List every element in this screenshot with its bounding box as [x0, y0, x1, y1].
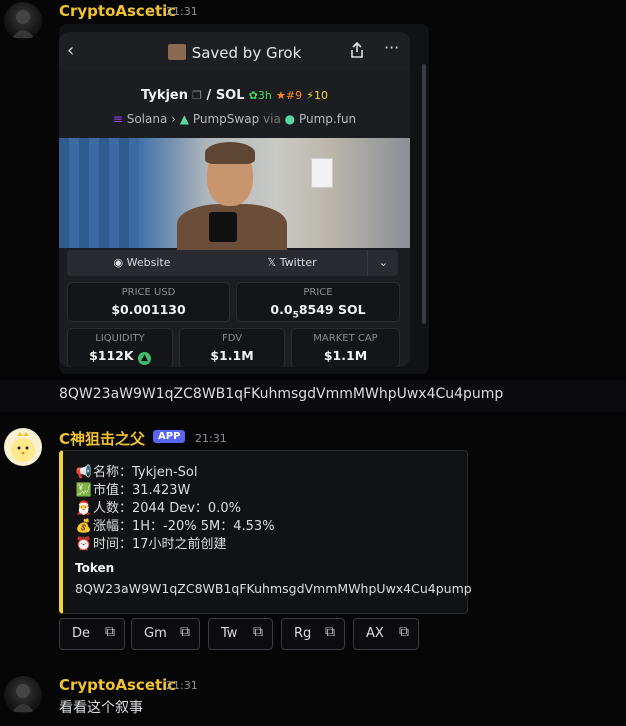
sprout-icon: ✿	[248, 89, 258, 102]
bot-avatar[interactable]	[4, 428, 42, 466]
token-banner-image	[59, 138, 410, 254]
megaphone-icon: 📢	[75, 465, 93, 480]
embed-line-time: ⏰时间：17小时之前创建	[75, 537, 227, 552]
chart-icon: 💹	[75, 483, 93, 498]
price-usd-card: PRICE USD $0.001130	[67, 282, 230, 322]
lock-icon: ▲	[137, 352, 151, 365]
bot-username[interactable]: C神狙击之父	[59, 428, 145, 449]
grok-avatar-icon	[167, 44, 186, 60]
embed-line-name: 📢名称：Tykjen-Sol	[75, 465, 198, 480]
external-link-icon: ⧉	[180, 624, 190, 640]
app-badge: APP	[153, 430, 186, 443]
tw-link-button[interactable]: Tw ⧉	[208, 618, 273, 650]
contract-address-message: 8QW23aW9W1qZC8WB1qFKuhmsgdVmmMWhpUwx4Cu4…	[59, 386, 504, 402]
pumpswap-icon: ▲	[179, 112, 190, 126]
fire-icon: ★	[276, 89, 286, 102]
rg-link-button[interactable]: Rg ⧉	[281, 618, 345, 650]
timestamp: 21:31	[166, 5, 198, 18]
bolt-icon: ⚡	[306, 89, 314, 102]
token-embed: 📢名称：Tykjen-Sol 💹市值：31.423W 🎅人数：2044 Dev：…	[59, 450, 472, 614]
chick-icon	[11, 432, 35, 462]
share-icon	[349, 41, 365, 59]
external-link-icon: ⧉	[325, 624, 335, 640]
copy-icon: ❐	[192, 89, 203, 102]
de-link-button[interactable]: De ⧉	[59, 618, 125, 650]
links-bar: ◉ Website 𝕏 Twitter ⌄	[67, 250, 398, 276]
embed-line-mcap: 💹市值：31.423W	[75, 483, 191, 498]
message-text: 看看这个叙事	[59, 700, 143, 716]
avatar-figure-icon	[12, 10, 34, 38]
chevron-right-icon: ›	[171, 112, 176, 126]
globe-icon: ◉	[113, 256, 124, 269]
user-avatar[interactable]	[4, 676, 42, 714]
money-bag-icon: 💰	[75, 519, 93, 534]
more-icon: ···	[384, 38, 400, 57]
chain-path: ≡ Solana › ▲ PumpSwap via ● Pump.fun	[112, 112, 357, 126]
screenshot-header: ‹ Saved by Grok ···	[59, 32, 410, 70]
twitter-link: 𝕏 Twitter	[267, 256, 317, 269]
avatar-figure-icon	[12, 684, 34, 712]
santa-icon: 🎅	[75, 501, 93, 516]
username[interactable]: CryptoAscetic	[59, 2, 176, 20]
ax-link-button[interactable]: AX ⧉	[353, 618, 419, 650]
token-label: Token	[75, 561, 115, 575]
token-pair: Tykjen ❐ / SOL ✿3h ★#9 ⚡10	[141, 88, 328, 103]
alarm-clock-icon: ⏰	[75, 537, 93, 552]
bot-timestamp: 21:31	[195, 432, 227, 445]
website-link: ◉ Website	[113, 256, 171, 269]
attached-screenshot[interactable]: ‹ Saved by Grok ··· Tykjen ❐ / SOL ✿3h ★…	[59, 24, 429, 374]
fdv-card: FDV $1.1M	[179, 328, 285, 367]
embed-line-holders: 🎅人数：2044 Dev：0.0%	[75, 501, 241, 516]
price-sol-card: PRICE 0.058549 SOL	[236, 282, 400, 322]
username[interactable]: CryptoAscetic	[59, 676, 176, 694]
external-link-icon: ⧉	[399, 624, 409, 640]
curtain-shape	[59, 138, 139, 248]
external-link-icon: ⧉	[105, 624, 115, 640]
price-sol-value: 0.058549 SOL	[270, 302, 366, 321]
chevron-down-icon: ⌄	[367, 250, 399, 276]
gm-link-button[interactable]: Gm ⧉	[131, 618, 200, 650]
screenshot-content: ‹ Saved by Grok ··· Tykjen ❐ / SOL ✿3h ★…	[59, 32, 410, 367]
embed-line-change: 💰涨幅：1H：-20% 5M：4.53%	[75, 519, 275, 534]
timestamp: 21:31	[166, 679, 198, 692]
screenshot-scrollbar	[422, 64, 426, 324]
external-link-icon: ⧉	[253, 624, 263, 640]
wall-sign-shape	[311, 158, 333, 188]
market-cap-card: MARKET CAP $1.1M	[291, 328, 400, 367]
liquidity-card: LIQUIDITY $112K ▲	[67, 328, 173, 367]
token-address: 8QW23aW9W1qZC8WB1qFKuhmsgdVmmMWhpUwx4Cu4…	[75, 581, 472, 596]
user-avatar[interactable]	[4, 2, 42, 40]
phone-shape	[209, 212, 237, 242]
hair-shape	[205, 142, 255, 164]
pumpfun-icon: ●	[284, 112, 296, 126]
solana-icon: ≡	[112, 112, 123, 126]
x-logo-icon: 𝕏	[267, 256, 277, 269]
